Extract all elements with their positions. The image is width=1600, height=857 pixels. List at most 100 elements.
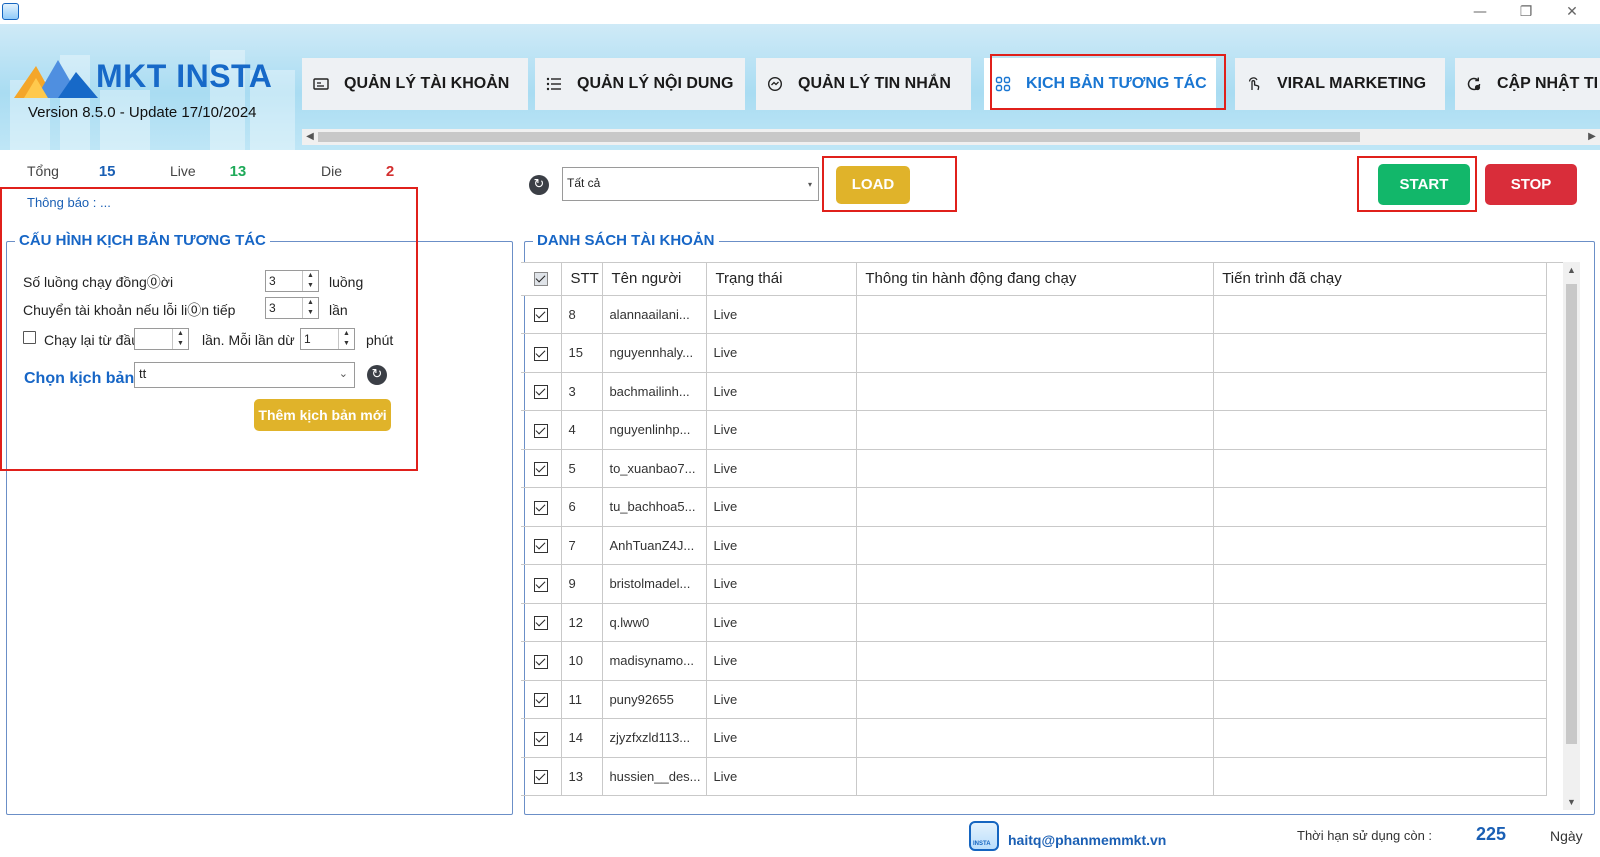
- column-header-name[interactable]: Tên người: [602, 263, 708, 296]
- tab-scrollbar[interactable]: ◀ ▶: [302, 129, 1600, 145]
- select-all-cell[interactable]: [521, 263, 563, 296]
- cell-status: Live: [706, 718, 858, 758]
- row-checkbox[interactable]: [534, 616, 549, 631]
- tab-account-management[interactable]: QUẢN LÝ TÀI KHOẢN: [302, 58, 528, 110]
- spin-up-icon[interactable]: ▲: [173, 329, 188, 339]
- tab-content-management[interactable]: QUẢN LÝ NỘI DUNG: [535, 58, 745, 110]
- row-checkbox[interactable]: [534, 654, 549, 669]
- cell-action-info: [856, 680, 1215, 719]
- row-checkbox[interactable]: [534, 770, 549, 785]
- scroll-down-icon[interactable]: ▼: [1563, 794, 1580, 810]
- row-select-cell[interactable]: [521, 603, 563, 642]
- tab-label: QUẢN LÝ TIN NHẮN: [798, 75, 951, 92]
- chevron-down-icon: ⌄: [338, 368, 348, 380]
- update-icon: [1465, 75, 1483, 93]
- minimize-button[interactable]: —: [1457, 0, 1503, 24]
- row-select-cell[interactable]: [521, 487, 563, 527]
- row-checkbox[interactable]: [534, 539, 549, 554]
- table-row[interactable]: 11 puny92655 Live: [521, 680, 1547, 719]
- refresh-script-icon[interactable]: ↻: [367, 365, 387, 385]
- spin-up-icon[interactable]: ▲: [303, 271, 318, 281]
- rerun-checkbox[interactable]: [23, 331, 36, 344]
- pause-stepper[interactable]: 1 ▲ ▼: [300, 328, 355, 350]
- restore-button[interactable]: ❐: [1503, 0, 1549, 24]
- table-row[interactable]: 6 tu_bachhoa5... Live: [521, 487, 1547, 527]
- row-checkbox[interactable]: [534, 731, 549, 746]
- cell-status: Live: [706, 757, 858, 796]
- account-filter-select[interactable]: Tất cả ▾: [562, 167, 819, 201]
- spin-up-icon[interactable]: ▲: [339, 329, 354, 339]
- load-button[interactable]: LOAD: [836, 166, 910, 204]
- switch-account-stepper[interactable]: 3 ▲ ▼: [265, 297, 319, 319]
- row-select-cell[interactable]: [521, 333, 563, 373]
- row-select-cell[interactable]: [521, 449, 563, 488]
- scroll-right-icon[interactable]: ▶: [1584, 129, 1600, 145]
- row-checkbox[interactable]: [534, 308, 549, 323]
- row-select-cell[interactable]: [521, 526, 563, 565]
- close-button[interactable]: ✕: [1549, 0, 1595, 24]
- row-select-cell[interactable]: [521, 410, 563, 450]
- notice-text: Thông báo : ...: [27, 195, 111, 210]
- row-checkbox[interactable]: [534, 500, 549, 515]
- row-checkbox[interactable]: [534, 385, 549, 400]
- row-checkbox[interactable]: [534, 577, 549, 592]
- row-checkbox[interactable]: [534, 346, 549, 361]
- table-row[interactable]: 12 q.lww0 Live: [521, 603, 1547, 642]
- spin-down-icon[interactable]: ▼: [339, 339, 354, 349]
- row-select-cell[interactable]: [521, 718, 563, 758]
- table-row[interactable]: 10 madisynamo... Live: [521, 641, 1547, 681]
- table-row[interactable]: 8 alannaailani... Live: [521, 295, 1547, 334]
- row-select-cell[interactable]: [521, 641, 563, 681]
- select-all-checkbox[interactable]: [534, 272, 549, 287]
- cell-name: tu_bachhoa5...: [602, 487, 708, 527]
- refresh-accounts-icon[interactable]: ↻: [529, 175, 549, 195]
- scrollbar-thumb[interactable]: [318, 132, 1360, 142]
- row-select-cell[interactable]: [521, 680, 563, 719]
- rerun-stepper[interactable]: ▲ ▼: [134, 328, 189, 350]
- spin-down-icon[interactable]: ▼: [303, 281, 318, 291]
- cell-action-info: [856, 641, 1215, 681]
- scroll-up-icon[interactable]: ▲: [1563, 262, 1580, 278]
- row-checkbox[interactable]: [534, 423, 549, 438]
- scrollbar-thumb[interactable]: [1566, 284, 1577, 744]
- threads-stepper[interactable]: 3 ▲ ▼: [265, 270, 319, 292]
- spin-down-icon[interactable]: ▼: [173, 339, 188, 349]
- table-row[interactable]: 14 zjyzfxzld113... Live: [521, 718, 1547, 758]
- cell-name: q.lww0: [602, 603, 708, 642]
- column-header-stt[interactable]: STT: [561, 263, 604, 296]
- scroll-left-icon[interactable]: ◀: [302, 129, 318, 145]
- table-row[interactable]: 15 nguyennhaly... Live: [521, 333, 1547, 373]
- tab-viral-marketing[interactable]: VIRAL MARKETING: [1235, 58, 1445, 110]
- cell-stt: 11: [561, 680, 604, 719]
- table-row[interactable]: 13 hussien__des... Live: [521, 757, 1547, 796]
- tab-message-management[interactable]: QUẢN LÝ TIN NHẮN: [756, 58, 971, 110]
- stop-button[interactable]: STOP: [1485, 164, 1577, 205]
- table-row[interactable]: 7 AnhTuanZ4J... Live: [521, 526, 1547, 565]
- logo-text: MKT INSTA: [96, 58, 273, 94]
- table-row[interactable]: 4 nguyenlinhp... Live: [521, 410, 1547, 450]
- cell-progress: [1213, 487, 1547, 527]
- spin-up-icon[interactable]: ▲: [303, 298, 318, 308]
- column-header-action-info[interactable]: Thông tin hành động đang chạy: [856, 263, 1215, 296]
- row-checkbox[interactable]: [534, 462, 549, 477]
- cell-action-info: [856, 564, 1215, 604]
- script-label: Chọn kịch bản: [24, 370, 135, 387]
- table-row[interactable]: 5 to_xuanbao7... Live: [521, 449, 1547, 488]
- row-select-cell[interactable]: [521, 757, 563, 796]
- tab-interaction-script[interactable]: KỊCH BẢN TƯƠNG TÁC: [984, 58, 1216, 110]
- table-row[interactable]: 9 bristolmadel... Live: [521, 564, 1547, 604]
- column-header-progress[interactable]: Tiến trình đã chạy: [1213, 263, 1547, 296]
- tab-update[interactable]: CẬP NHẬT TI: [1455, 58, 1600, 110]
- spin-down-icon[interactable]: ▼: [303, 308, 318, 318]
- row-select-cell[interactable]: [521, 564, 563, 604]
- row-select-cell[interactable]: [521, 295, 563, 334]
- row-checkbox[interactable]: [534, 693, 549, 708]
- table-scrollbar[interactable]: ▲ ▼: [1563, 262, 1580, 810]
- column-header-status[interactable]: Trạng thái: [706, 263, 858, 296]
- days-remaining-value: 225: [1476, 824, 1507, 844]
- add-script-button[interactable]: Thêm kịch bản mới: [254, 399, 391, 431]
- table-row[interactable]: 3 bachmailinh... Live: [521, 372, 1547, 411]
- row-select-cell[interactable]: [521, 372, 563, 411]
- script-select[interactable]: tt ⌄: [134, 362, 355, 388]
- start-button[interactable]: START: [1378, 164, 1470, 205]
